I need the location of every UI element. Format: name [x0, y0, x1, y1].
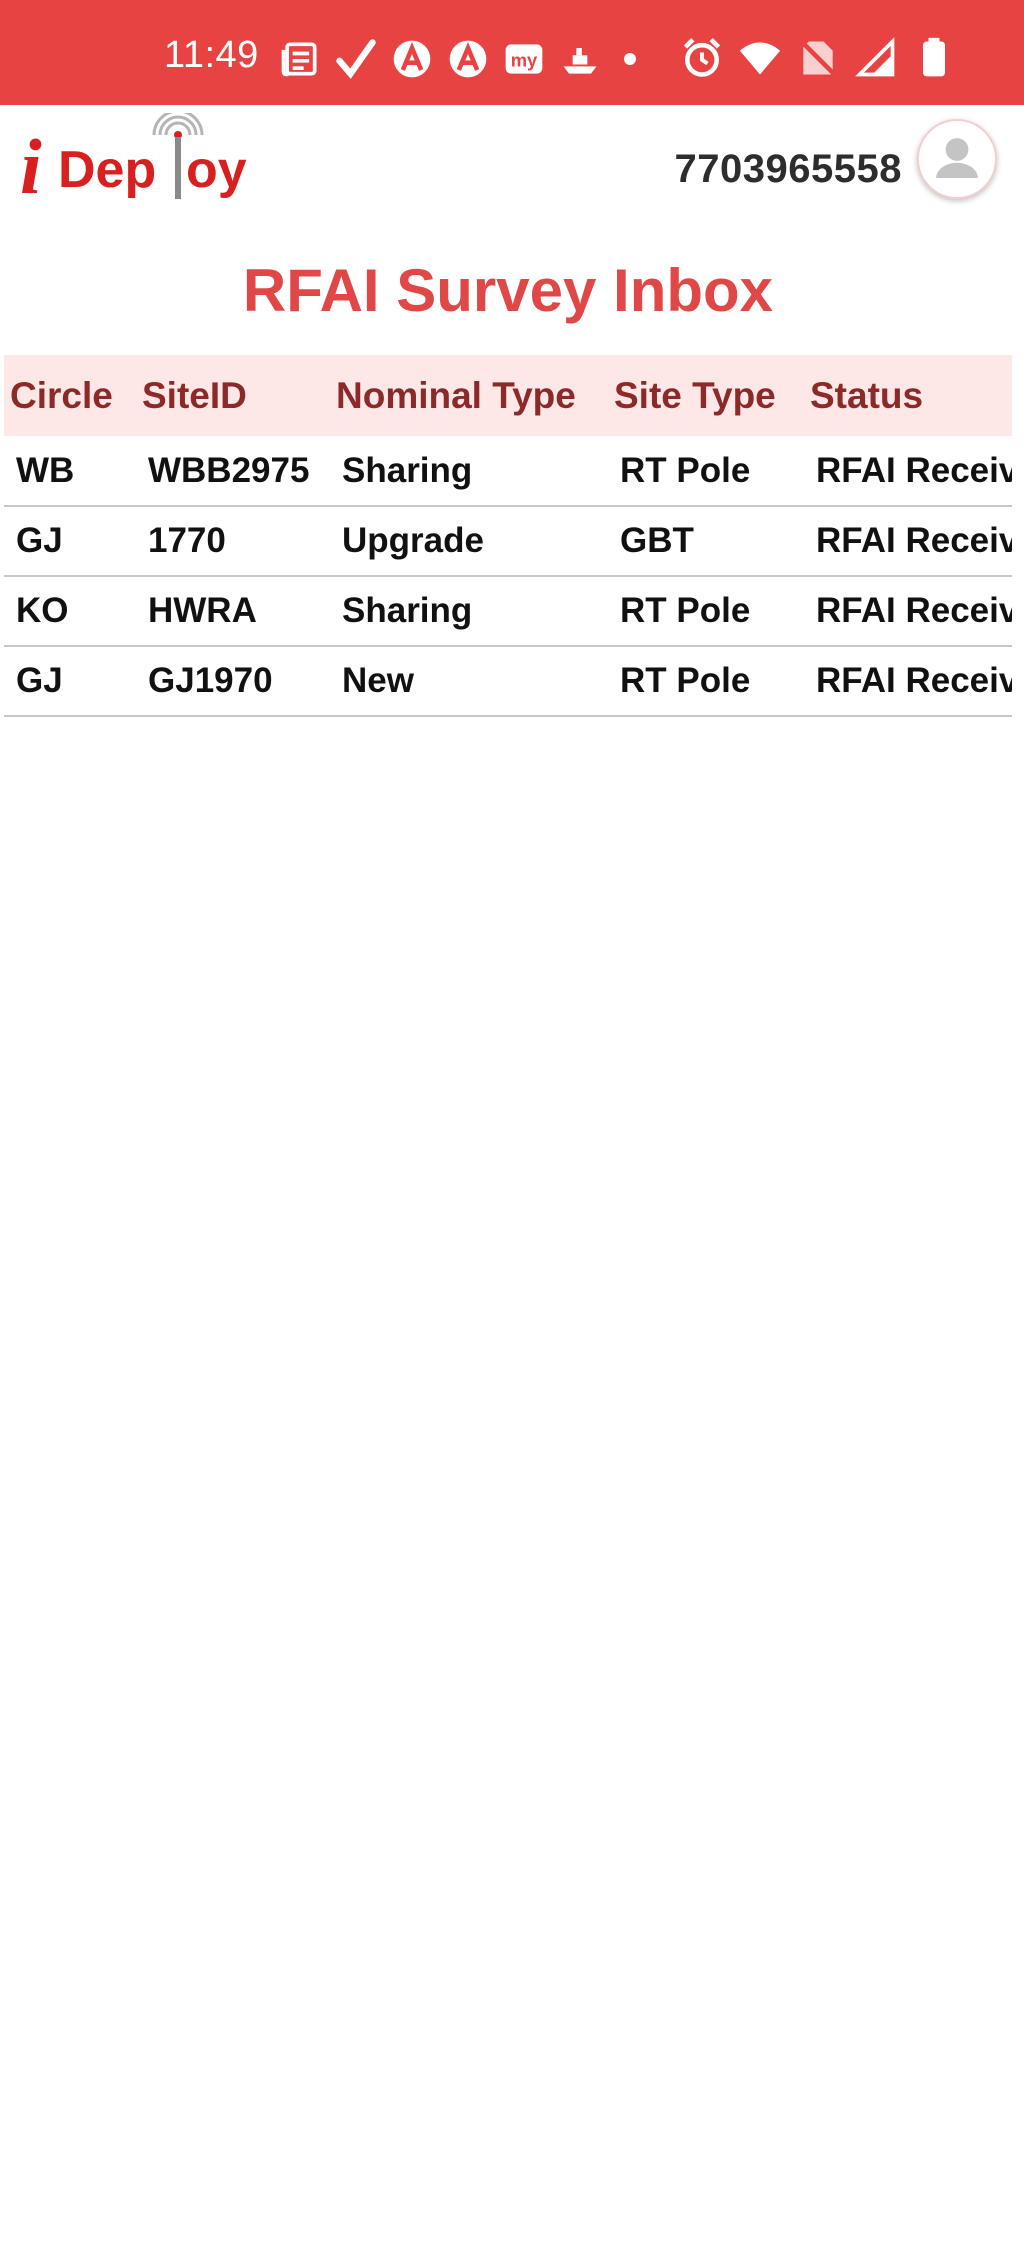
my-app-icon: my [502, 37, 546, 81]
idepoy-logo[interactable]: i Dep oy [16, 113, 278, 213]
status-time: 11:49 [164, 34, 259, 76]
cell-status: RFAI Received [804, 576, 1012, 647]
boat-icon [558, 37, 602, 81]
cell-status: RFAI Received [804, 506, 1012, 577]
column-header-nominal-type[interactable]: Nominal Type [330, 355, 608, 436]
news-icon [278, 37, 322, 81]
app-header: i Dep oy 7703965558 [0, 105, 1024, 225]
cell-status: RFAI Received [804, 646, 1012, 717]
cell-site-type: RT Pole [608, 436, 804, 507]
svg-text:my: my [511, 49, 538, 70]
column-header-siteid[interactable]: SiteID [136, 355, 330, 436]
column-header-status[interactable]: Status [804, 355, 1012, 436]
svg-text:oy: oy [186, 141, 247, 199]
cell-status: RFAI Received [804, 436, 1012, 507]
page-title: RFAI Survey Inbox [242, 257, 774, 324]
cell-nominal-type: Sharing [330, 576, 608, 647]
notification-dot-icon [624, 53, 636, 65]
cell-siteid: GJ1970 [136, 646, 330, 717]
table-row[interactable]: GJ 1770 Upgrade GBT RFAI Received [4, 506, 1012, 577]
rfai-survey-table: Circle SiteID Nominal Type Site Type Sta… [4, 355, 1012, 717]
svg-text:Dep: Dep [58, 141, 156, 199]
user-avatar-icon[interactable] [917, 119, 997, 199]
column-header-circle[interactable]: Circle [4, 355, 136, 436]
table-header-row: Circle SiteID Nominal Type Site Type Sta… [4, 355, 1012, 436]
rfai-table-container[interactable]: Circle SiteID Nominal Type Site Type Sta… [4, 355, 1012, 717]
cell-nominal-type: Sharing [330, 436, 608, 507]
cell-site-type: RT Pole [608, 646, 804, 717]
cell-nominal-type: New [330, 646, 608, 717]
check-icon [334, 37, 378, 81]
cell-siteid: 1770 [136, 506, 330, 577]
cell-siteid: HWRA [136, 576, 330, 647]
alarm-icon [680, 36, 724, 80]
cell-nominal-type: Upgrade [330, 506, 608, 577]
wifi-icon [738, 36, 782, 80]
table-row[interactable]: KO HWRA Sharing RT Pole RFAI Received [4, 576, 1012, 647]
app-a-icon [390, 37, 434, 81]
cell-circle: GJ [4, 506, 136, 577]
cell-siteid: WBB2975 [136, 436, 330, 507]
battery-icon [912, 36, 956, 80]
table-row[interactable]: GJ GJ1970 New RT Pole RFAI Received [4, 646, 1012, 717]
status-left-icons: my [278, 38, 636, 80]
cell-circle: GJ [4, 646, 136, 717]
cell-site-type: RT Pole [608, 576, 804, 647]
cell-site-type: GBT [608, 506, 804, 577]
table-row[interactable]: WB WBB2975 Sharing RT Pole RFAI Received [4, 436, 1012, 507]
cell-circle: KO [4, 576, 136, 647]
cell-circle: WB [4, 436, 136, 507]
status-bar: 11:49 my [0, 0, 1024, 105]
no-sim-icon [796, 36, 840, 80]
status-right-icons [680, 36, 956, 80]
svg-text:i: i [20, 123, 42, 210]
cell-signal-icon [854, 36, 898, 80]
column-header-site-type[interactable]: Site Type [608, 355, 804, 436]
app-a-icon-2 [446, 37, 490, 81]
phone-number: 7703965558 [674, 147, 902, 191]
